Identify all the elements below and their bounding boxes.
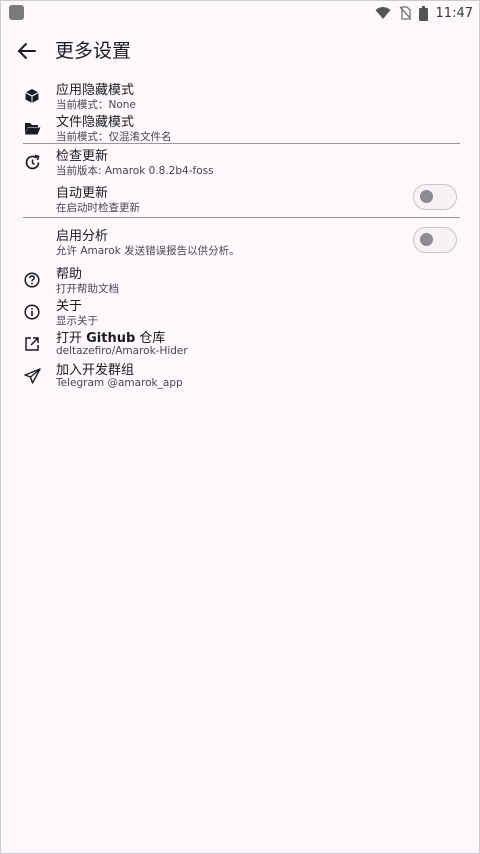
- setting-about[interactable]: 关于 显示关于: [1, 294, 479, 327]
- update-icon: [23, 153, 41, 171]
- open-external-icon: [23, 335, 41, 353]
- title-suffix: 仓库: [135, 331, 166, 346]
- app-bar: 更多设置: [1, 31, 479, 71]
- switch-knob: [420, 233, 433, 246]
- setting-title: 启用分析: [56, 229, 109, 244]
- setting-subtitle: 允许 Amarok 发送错误报告以供分析。: [56, 245, 240, 257]
- setting-title: 文件隐藏模式: [56, 115, 135, 130]
- setting-subtitle: 当前版本: Amarok 0.8.2b4-foss: [56, 165, 214, 177]
- setting-title: 自动更新: [56, 186, 109, 201]
- battery-icon: [418, 5, 428, 21]
- auto-update-switch[interactable]: [413, 184, 457, 210]
- analytics-switch[interactable]: [413, 227, 457, 253]
- app-notification-icon: [9, 5, 24, 20]
- info-circle-icon: [23, 303, 41, 321]
- telegram-send-icon: [23, 367, 41, 385]
- cube-icon: [23, 87, 41, 105]
- setting-title: 加入开发群组: [56, 363, 135, 378]
- setting-title: 打开 Github 仓库: [56, 327, 165, 346]
- setting-file-hide-mode[interactable]: 文件隐藏模式 当前模式：仅混淆文件名: [1, 110, 479, 143]
- help-circle-icon: [23, 271, 41, 289]
- setting-title: 检查更新: [56, 149, 109, 164]
- setting-subtitle: 当前模式：仅混淆文件名: [56, 131, 172, 143]
- status-time: 11:47: [435, 5, 473, 21]
- back-button[interactable]: [13, 37, 41, 65]
- arrow-back-icon: [17, 43, 36, 59]
- no-sim-icon: [399, 6, 411, 20]
- setting-subtitle: deltazefiro/Amarok-Hider: [56, 345, 188, 357]
- page-title: 更多设置: [55, 40, 132, 62]
- setting-open-github[interactable]: 打开 Github 仓库 deltazefiro/Amarok-Hider: [1, 326, 479, 358]
- setting-check-update[interactable]: 检查更新 当前版本: Amarok 0.8.2b4-foss: [1, 144, 479, 177]
- status-bar: 11:47: [1, 1, 479, 25]
- setting-title: 帮助: [56, 267, 83, 282]
- setting-enable-analytics[interactable]: 启用分析 允许 Amarok 发送错误报告以供分析。: [1, 224, 479, 257]
- setting-subtitle: Telegram @amarok_app: [56, 377, 183, 389]
- title-prefix: 打开: [56, 331, 87, 346]
- wifi-icon: [375, 7, 391, 19]
- setting-app-hide-mode[interactable]: 应用隐藏模式 当前模式：None: [1, 78, 479, 111]
- setting-subtitle: 在启动时检查更新: [56, 202, 140, 214]
- setting-auto-update[interactable]: 自动更新 在启动时检查更新: [1, 181, 479, 214]
- setting-title: 关于: [56, 299, 83, 314]
- folder-open-icon: [23, 119, 41, 137]
- status-icons: 11:47: [375, 3, 473, 23]
- switch-knob: [420, 190, 433, 203]
- setting-title: 应用隐藏模式: [56, 83, 135, 98]
- section-divider: [23, 217, 460, 218]
- setting-join-group[interactable]: 加入开发群组 Telegram @amarok_app: [1, 358, 479, 390]
- title-github: Github: [86, 331, 136, 346]
- setting-help[interactable]: 帮助 打开帮助文档: [1, 262, 479, 295]
